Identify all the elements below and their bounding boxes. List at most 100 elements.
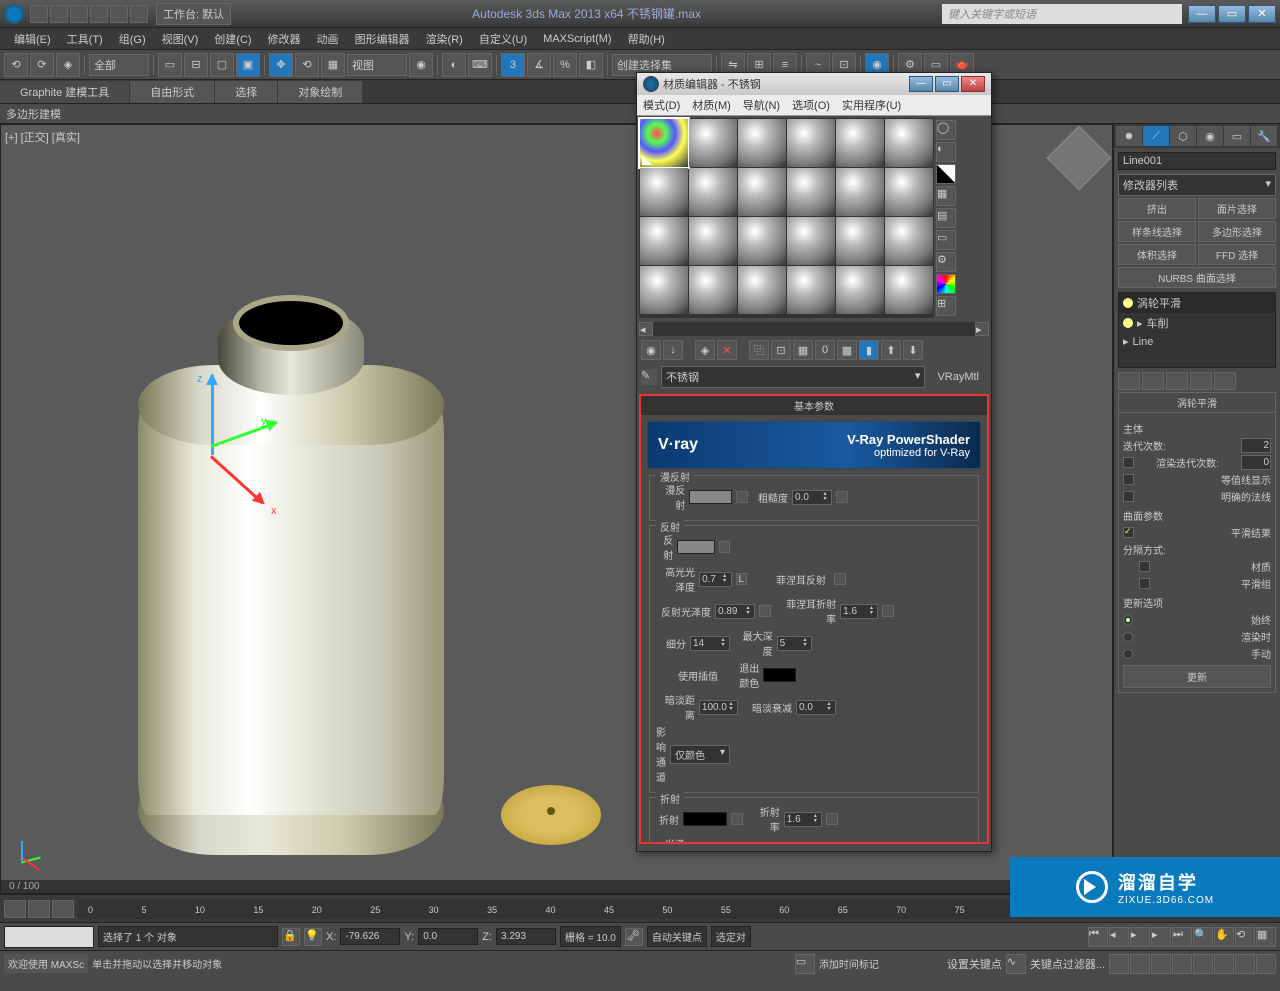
keyboard-icon[interactable]: ⌨ bbox=[468, 53, 492, 77]
qat-link-icon[interactable] bbox=[130, 5, 148, 23]
ribbon-tab-freeform[interactable]: 自由形式 bbox=[130, 81, 214, 103]
l-button[interactable]: L bbox=[736, 573, 747, 585]
preview-icon[interactable]: ▭ bbox=[936, 230, 956, 250]
roughness-map-button[interactable] bbox=[836, 491, 848, 503]
timeline-btn-icon[interactable] bbox=[4, 900, 26, 918]
menu-tools[interactable]: 工具(T) bbox=[59, 29, 111, 49]
hilight-gloss-spinner[interactable]: 0.7▴▾ bbox=[699, 572, 732, 587]
show-end-icon[interactable] bbox=[1142, 372, 1164, 390]
nav-icon[interactable] bbox=[1193, 954, 1213, 974]
material-slot[interactable] bbox=[689, 266, 737, 314]
go-parent-icon[interactable]: ⬆ bbox=[881, 340, 901, 360]
menu-group[interactable]: 组(G) bbox=[111, 29, 154, 49]
diffuse-map-button[interactable] bbox=[736, 491, 748, 503]
close-button[interactable]: ✕ bbox=[1248, 5, 1276, 23]
minimize-button[interactable]: — bbox=[1188, 5, 1216, 23]
material-slot[interactable] bbox=[836, 266, 884, 314]
tab-display-icon[interactable]: ▭ bbox=[1224, 126, 1250, 146]
timeline-btn-icon[interactable] bbox=[28, 900, 50, 918]
goto-start-icon[interactable]: ⏮ bbox=[1088, 927, 1108, 947]
material-slot[interactable] bbox=[689, 119, 737, 167]
options-icon[interactable]: ⚙ bbox=[936, 252, 956, 272]
btn-ffd-select[interactable]: FFD 选择 bbox=[1198, 244, 1276, 265]
maxscript-prompt[interactable]: 欢迎使用 MAXSc bbox=[4, 954, 88, 973]
material-slot[interactable] bbox=[640, 217, 688, 265]
mat-menu-options[interactable]: 选项(O) bbox=[792, 97, 830, 113]
next-frame-icon[interactable]: ▸ bbox=[1151, 927, 1171, 947]
rollout-header[interactable]: 涡轮平滑 bbox=[1119, 393, 1275, 413]
nav-icon[interactable] bbox=[1172, 954, 1192, 974]
mat-close-button[interactable]: ✕ bbox=[961, 76, 985, 92]
slot-scrollbar[interactable]: ◂ ▸ bbox=[639, 322, 989, 336]
render-iter-spinner[interactable]: 0 bbox=[1241, 455, 1271, 470]
nav-icon[interactable] bbox=[1235, 954, 1255, 974]
material-map-icon[interactable]: ⊞ bbox=[936, 296, 956, 316]
btn-poly-select[interactable]: 多边形选择 bbox=[1198, 221, 1276, 242]
material-editor-titlebar[interactable]: 材质编辑器 - 不锈钢 — ▭ ✕ bbox=[637, 73, 991, 95]
stack-item[interactable]: 涡轮平滑 bbox=[1119, 293, 1275, 313]
selection-filter-dropdown[interactable]: 全部 bbox=[89, 54, 149, 76]
remove-mod-icon[interactable] bbox=[1190, 372, 1212, 390]
maximize-button[interactable]: ▭ bbox=[1218, 5, 1246, 23]
isoline-checkbox[interactable] bbox=[1123, 474, 1134, 485]
menu-custom[interactable]: 自定义(U) bbox=[471, 29, 535, 49]
sample-type-icon[interactable]: ◯ bbox=[936, 120, 956, 140]
material-slot[interactable] bbox=[640, 168, 688, 216]
nav-max-icon[interactable]: ▦ bbox=[1256, 927, 1276, 947]
mat-menu-material[interactable]: 材质(M) bbox=[692, 97, 731, 113]
reflect-affect-dropdown[interactable]: 仅颜色▾ bbox=[670, 745, 730, 764]
menu-animation[interactable]: 动画 bbox=[309, 29, 347, 49]
reset-material-icon[interactable]: ✕ bbox=[717, 340, 737, 360]
nav-pan-icon[interactable]: ✋ bbox=[1214, 927, 1234, 947]
explicit-checkbox[interactable] bbox=[1123, 491, 1134, 502]
sep-smooth-checkbox[interactable] bbox=[1139, 578, 1150, 589]
reflect-subdiv-spinner[interactable]: 14▴▾ bbox=[690, 636, 730, 651]
manipulate-icon[interactable]: ◐ bbox=[442, 53, 466, 77]
go-forward-icon[interactable]: ⬇ bbox=[903, 340, 923, 360]
scroll-left-icon[interactable]: ◂ bbox=[639, 322, 653, 336]
menu-render[interactable]: 渲染(R) bbox=[418, 29, 471, 49]
qat-undo-icon[interactable] bbox=[90, 5, 108, 23]
ribbon-tab-paint[interactable]: 对象绘制 bbox=[278, 81, 362, 103]
update-manual-radio[interactable] bbox=[1123, 649, 1133, 659]
config-icon[interactable] bbox=[1214, 372, 1236, 390]
select-name-icon[interactable]: ⊟ bbox=[184, 53, 208, 77]
smooth-result-checkbox[interactable] bbox=[1123, 527, 1134, 538]
time-slider[interactable]: 0 / 100 bbox=[1, 879, 1112, 893]
nav-icon[interactable] bbox=[1256, 954, 1276, 974]
add-time-tag[interactable]: 添加时间标记 bbox=[819, 956, 879, 971]
viewcube-icon[interactable] bbox=[1046, 125, 1111, 190]
material-slot[interactable] bbox=[787, 119, 835, 167]
material-id-icon[interactable]: 0 bbox=[815, 340, 835, 360]
timeline-btn-icon[interactable] bbox=[52, 900, 74, 918]
material-name-field[interactable]: 不锈钢▾ bbox=[661, 366, 925, 388]
bind-icon[interactable]: ◈ bbox=[56, 53, 80, 77]
iterations-spinner[interactable]: 2 bbox=[1241, 438, 1271, 453]
menu-grapheditor[interactable]: 图形编辑器 bbox=[347, 29, 418, 49]
get-material-icon[interactable]: ◉ bbox=[641, 340, 661, 360]
nav-icon[interactable] bbox=[1109, 954, 1129, 974]
material-slot[interactable] bbox=[689, 217, 737, 265]
btn-extrude[interactable]: 挤出 bbox=[1118, 198, 1196, 219]
assign-material-icon[interactable]: ◈ bbox=[695, 340, 715, 360]
percent-snap-icon[interactable]: % bbox=[553, 53, 577, 77]
help-search-input[interactable]: 键入关键字或短语 bbox=[942, 4, 1182, 24]
unique-icon[interactable] bbox=[1166, 372, 1188, 390]
mat-maximize-button[interactable]: ▭ bbox=[935, 76, 959, 92]
pin-stack-icon[interactable] bbox=[1118, 372, 1140, 390]
refract-map-button[interactable] bbox=[731, 813, 743, 825]
sep-material-checkbox[interactable] bbox=[1139, 561, 1150, 572]
pivot-icon[interactable]: ◉ bbox=[409, 53, 433, 77]
menu-maxscript[interactable]: MAXScript(M) bbox=[535, 31, 619, 47]
material-slot[interactable] bbox=[640, 266, 688, 314]
coord-x-field[interactable]: -79.626 bbox=[340, 928, 400, 945]
tab-modify-icon[interactable]: ⟋ bbox=[1143, 126, 1169, 146]
diffuse-color-swatch[interactable] bbox=[689, 490, 732, 504]
nav-orbit-icon[interactable]: ⟲ bbox=[1235, 927, 1255, 947]
reflect-exit-swatch[interactable] bbox=[763, 668, 796, 682]
material-slot[interactable] bbox=[787, 168, 835, 216]
setkey-button[interactable]: 设置关键点 bbox=[947, 956, 1002, 972]
nav-icon[interactable] bbox=[1151, 954, 1171, 974]
coord-y-field[interactable]: 0.0 bbox=[418, 928, 478, 945]
video-check-icon[interactable]: ▤ bbox=[936, 208, 956, 228]
